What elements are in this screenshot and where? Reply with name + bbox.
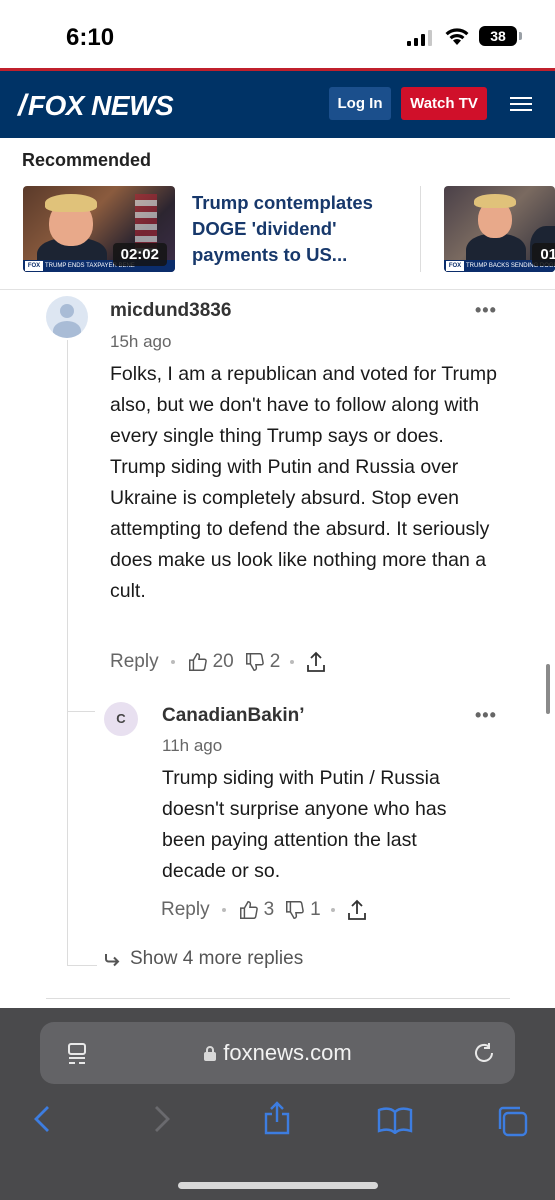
more-options-icon[interactable]: ••• bbox=[475, 300, 497, 321]
tabs-icon[interactable] bbox=[495, 1104, 529, 1138]
section-divider bbox=[46, 998, 510, 999]
address-bar[interactable]: foxnews.com bbox=[40, 1022, 515, 1084]
home-indicator[interactable] bbox=[178, 1182, 378, 1189]
show-more-replies-button[interactable]: Show 4 more replies bbox=[104, 948, 303, 970]
watch-tv-button[interactable]: Watch TV bbox=[401, 87, 487, 120]
recommended-headline[interactable]: Trump contemplates DOGE 'dividend' payme… bbox=[192, 190, 402, 268]
thumbs-down-icon[interactable] bbox=[284, 899, 306, 921]
hamburger-menu-icon[interactable] bbox=[510, 97, 532, 111]
video-duration: 02:02 bbox=[112, 243, 167, 266]
cellular-signal-icon bbox=[407, 30, 432, 46]
comment-body: Folks, I am a republican and voted for T… bbox=[110, 359, 510, 607]
recommended-heading: Recommended bbox=[22, 150, 152, 170]
comment-username[interactable]: CanadianBakin’ bbox=[162, 705, 305, 727]
status-time: 6:10 bbox=[66, 24, 115, 51]
thread-connector bbox=[67, 965, 97, 966]
site-header: /FOX NEWS Log In Watch TV bbox=[0, 68, 555, 138]
thread-connector bbox=[67, 711, 95, 712]
url-text[interactable]: foxnews.com bbox=[40, 1040, 515, 1066]
comment-paragraph: Trump siding with Putin / Russia doesn't… bbox=[162, 767, 447, 882]
dislike-count: 1 bbox=[310, 899, 321, 920]
comment-paragraph: Folks, I am a republican and voted for T… bbox=[110, 363, 497, 447]
like-count: 3 bbox=[263, 899, 275, 920]
video-thumbnail[interactable]: TRUMP BACKS SENDING DOGE SAVINGS FOX 01 bbox=[444, 186, 555, 272]
fox-ticker-logo: FOX bbox=[446, 261, 464, 271]
bookmarks-icon[interactable] bbox=[377, 1106, 413, 1134]
reply-arrow-icon bbox=[105, 954, 120, 967]
comment-timestamp: 15h ago bbox=[110, 332, 172, 351]
comment-actions: Reply 3 1 bbox=[161, 897, 371, 923]
battery-icon: 38 bbox=[479, 26, 522, 46]
video-duration: 01 bbox=[532, 243, 555, 266]
thumbs-up-icon[interactable] bbox=[187, 651, 209, 673]
section-divider bbox=[0, 289, 555, 290]
reload-icon[interactable] bbox=[472, 1041, 496, 1065]
comment-timestamp: 11h ago bbox=[162, 736, 223, 755]
comment-username[interactable]: micdund3836 bbox=[110, 300, 231, 322]
more-options-icon[interactable]: ••• bbox=[475, 705, 497, 726]
fox-ticker-logo: FOX bbox=[25, 261, 43, 271]
comment-body: Trump siding with Putin / Russia doesn't… bbox=[162, 763, 482, 887]
log-in-button[interactable]: Log In bbox=[329, 87, 391, 120]
like-count: 20 bbox=[212, 651, 234, 672]
user-avatar[interactable] bbox=[46, 296, 88, 338]
user-avatar[interactable]: C bbox=[104, 702, 138, 736]
wifi-icon bbox=[445, 28, 469, 45]
back-arrow-icon[interactable] bbox=[32, 1104, 52, 1134]
forward-arrow-icon[interactable] bbox=[152, 1104, 172, 1134]
status-bar: 6:10 38 bbox=[0, 0, 555, 68]
dislike-count: 2 bbox=[269, 651, 281, 672]
share-icon[interactable] bbox=[347, 899, 367, 921]
thread-line bbox=[67, 340, 68, 966]
lock-icon bbox=[204, 1046, 217, 1061]
comment-paragraph: Trump siding with Putin and Russia over … bbox=[110, 456, 490, 602]
video-thumbnail[interactable]: TRUMP ENDS TAXPAYER BENE FOX 02:02 bbox=[23, 186, 175, 272]
reply-button[interactable]: Reply bbox=[110, 651, 159, 673]
scrollbar[interactable] bbox=[546, 664, 550, 714]
divider bbox=[420, 186, 421, 272]
share-icon[interactable] bbox=[262, 1100, 292, 1136]
comment-actions: Reply 20 2 bbox=[110, 649, 330, 675]
reply-button[interactable]: Reply bbox=[161, 899, 210, 921]
share-icon[interactable] bbox=[306, 651, 326, 673]
show-more-replies-label: Show 4 more replies bbox=[130, 948, 304, 969]
browser-toolbar: foxnews.com bbox=[0, 1008, 555, 1200]
thumbs-down-icon[interactable] bbox=[244, 651, 266, 673]
thumbs-up-icon[interactable] bbox=[238, 899, 260, 921]
fox-news-logo[interactable]: /FOX NEWS bbox=[18, 89, 174, 123]
